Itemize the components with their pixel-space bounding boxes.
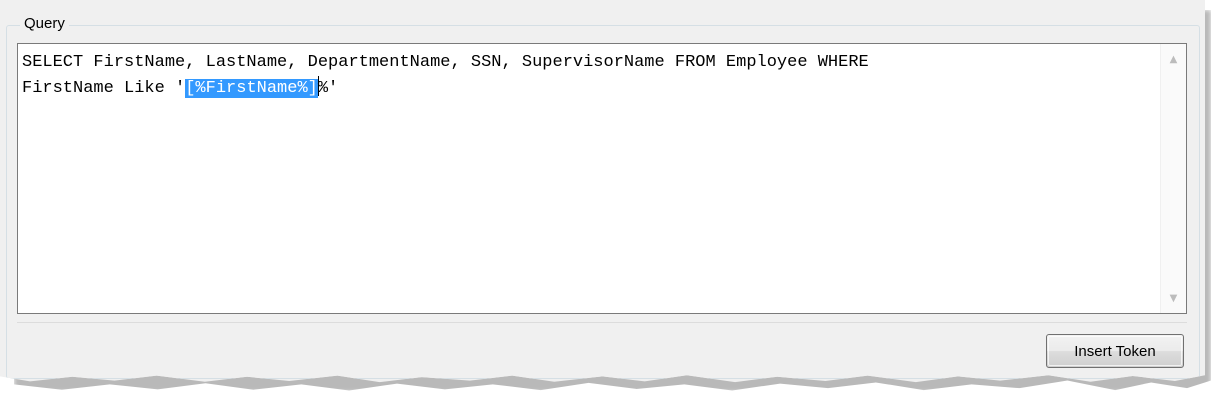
triangle-down-icon: ▼ [1169,292,1178,304]
query-line-2-suffix: %' [317,79,339,98]
query-line-1: SELECT FirstName, LastName, DepartmentNa… [22,53,869,72]
query-textarea[interactable]: SELECT FirstName, LastName, DepartmentNa… [17,43,1187,314]
selected-token[interactable]: [%FirstName%] [185,79,318,98]
insert-token-button[interactable]: Insert Token [1046,334,1184,368]
scroll-up-button[interactable]: ▲ [1161,48,1186,70]
vertical-scrollbar[interactable]: ▲ ▼ [1160,44,1186,313]
query-panel: Query SELECT FirstName, LastName, Depart… [0,0,1205,383]
button-bar [17,322,1187,371]
query-group-label: Query [20,14,69,34]
triangle-up-icon: ▲ [1169,53,1178,65]
query-text[interactable]: SELECT FirstName, LastName, DepartmentNa… [22,50,1158,102]
scroll-down-button[interactable]: ▼ [1161,287,1186,309]
query-line-2-prefix: FirstName Like ' [22,79,186,98]
